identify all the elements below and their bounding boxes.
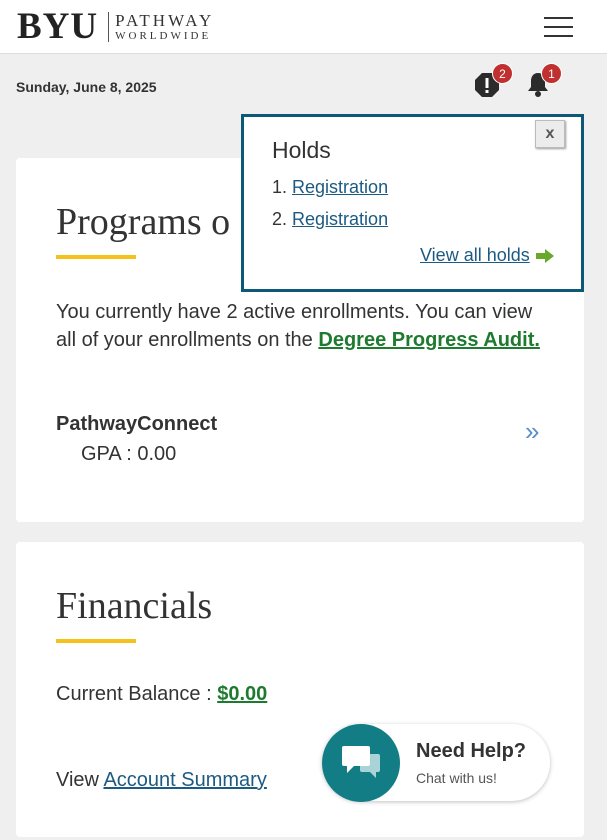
hold-item-number: 1. xyxy=(272,177,288,197)
holds-popup: Holds 1. Registration 2. Registration x … xyxy=(241,114,584,292)
balance-label: Current Balance : xyxy=(56,683,218,705)
logo-pathway-text: PATHWAY xyxy=(115,11,215,30)
program-name: PathwayConnect xyxy=(56,413,218,435)
hold-registration-link[interactable]: Registration xyxy=(292,209,388,229)
chat-bubble-button[interactable] xyxy=(322,724,400,802)
enrollments-text: You currently have 2 active enrollments.… xyxy=(56,298,556,354)
logo-byu-text: BYU xyxy=(17,6,99,47)
chat-help-widget[interactable]: Need Help? Chat with us! xyxy=(322,724,550,802)
financials-title: Financials xyxy=(56,585,213,627)
double-chevron-right-icon[interactable]: » xyxy=(525,418,539,444)
holds-alert-button[interactable]: 2 xyxy=(473,63,513,99)
current-date: Sunday, June 8, 2025 xyxy=(16,79,157,95)
byu-pathway-logo[interactable]: BYU PATHWAY WORLDWIDE xyxy=(17,6,214,47)
logo-subtext: PATHWAY WORLDWIDE xyxy=(115,12,214,42)
hold-item: 2. Registration xyxy=(272,209,388,230)
account-summary-link[interactable]: Account Summary xyxy=(103,769,266,791)
hamburger-menu-icon[interactable] xyxy=(544,17,573,37)
degree-progress-audit-link[interactable]: Degree Progress Audit. xyxy=(318,329,540,351)
program-gpa: GPA : 0.00 xyxy=(81,443,177,465)
notifications-button[interactable]: 1 xyxy=(524,63,562,98)
hold-item: 1. Registration xyxy=(272,177,388,198)
logo-worldwide-text: WORLDWIDE xyxy=(115,30,212,42)
programs-title: Programs o xyxy=(56,201,231,243)
logo-divider xyxy=(108,12,110,42)
view-all-holds-label: View all holds xyxy=(420,245,530,265)
close-popup-button[interactable]: x xyxy=(535,120,565,148)
programs-title-underline xyxy=(56,255,136,259)
view-all-holds-link[interactable]: View all holds xyxy=(420,245,554,266)
chat-subtitle: Chat with us! xyxy=(416,770,497,786)
balance-value-link[interactable]: $0.00 xyxy=(217,683,267,705)
alerts-count-badge: 1 xyxy=(541,63,562,84)
chat-bubbles-icon xyxy=(342,746,380,778)
hold-registration-link[interactable]: Registration xyxy=(292,177,388,197)
current-balance-row: Current Balance : $0.00 xyxy=(56,680,556,708)
arrow-right-icon xyxy=(535,248,554,263)
financials-title-underline xyxy=(56,639,136,643)
chat-title: Need Help? xyxy=(416,740,527,762)
hold-item-number: 2. xyxy=(272,209,288,229)
top-header: BYU PATHWAY WORLDWIDE xyxy=(0,0,607,54)
view-label: View xyxy=(56,769,104,791)
holds-popup-title: Holds xyxy=(272,137,331,163)
holds-count-badge: 2 xyxy=(492,63,513,84)
